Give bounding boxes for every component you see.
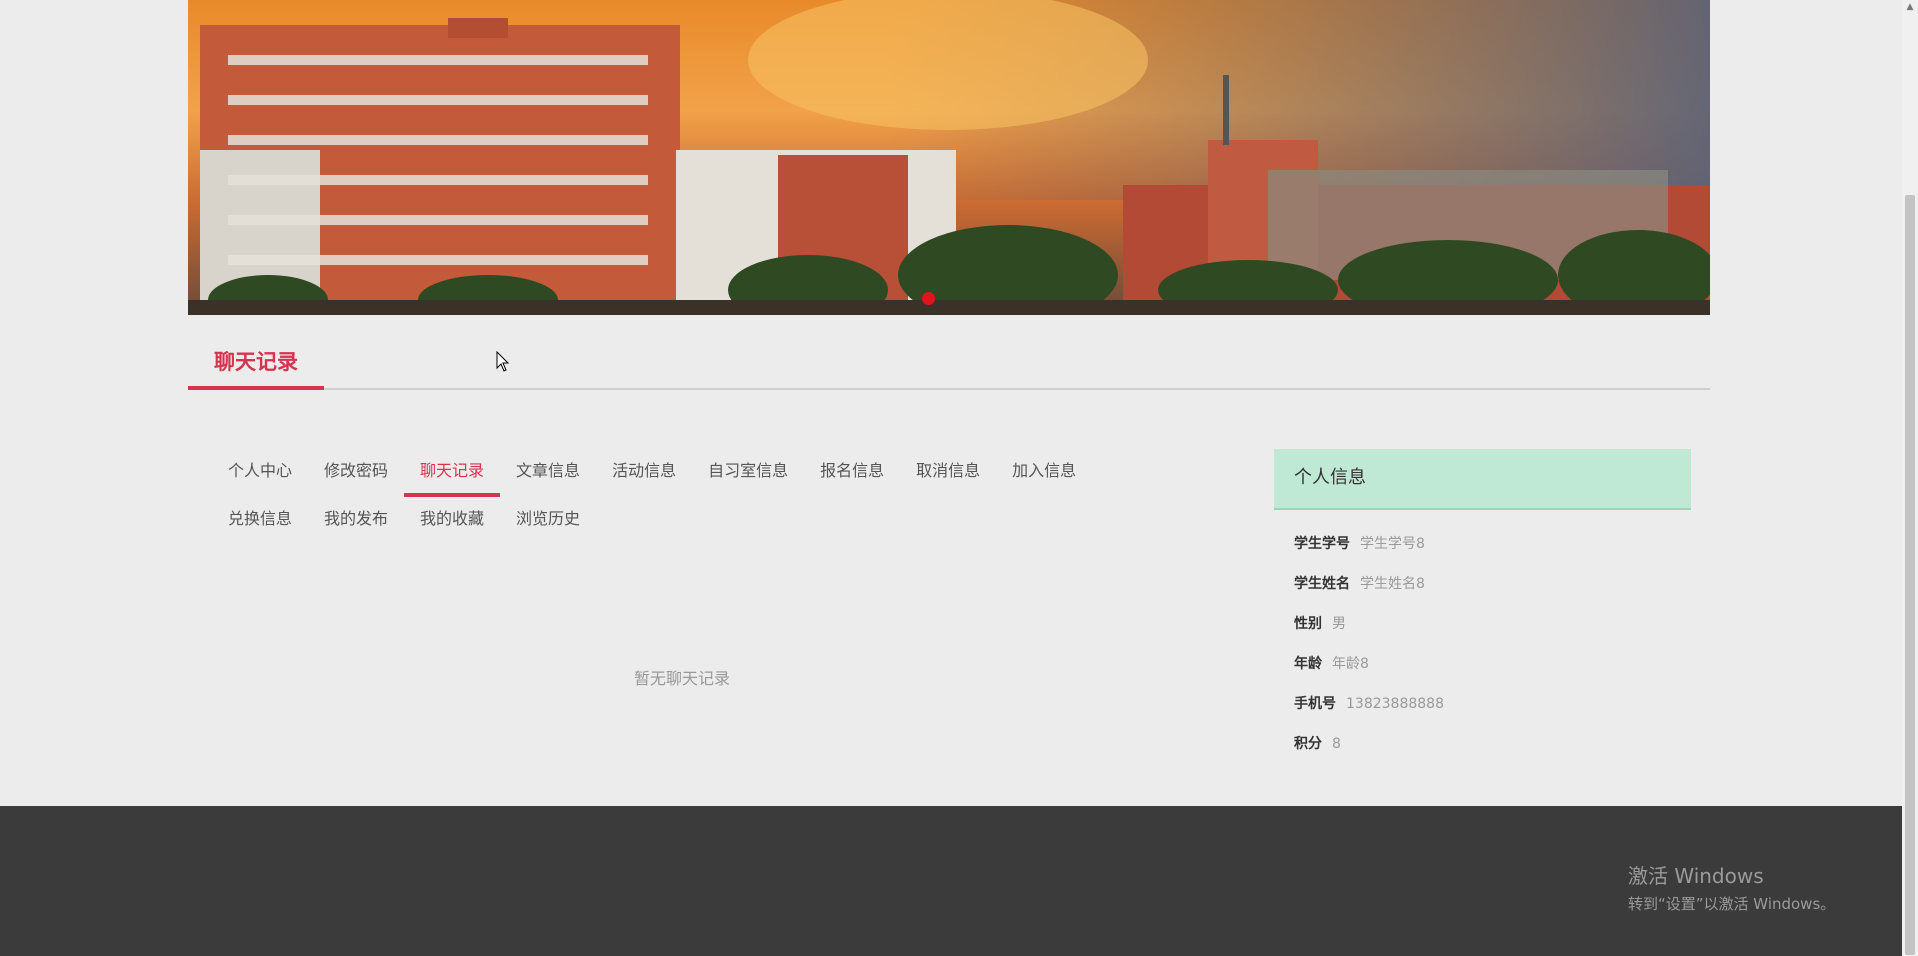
empty-chat-message: 暂无聊天记录 [634,669,731,688]
nav-tab-row1-1[interactable]: 修改密码 [308,451,404,499]
profile-field-label: 性别 [1294,616,1322,632]
nav-tab-row2-2[interactable]: 我的收藏 [404,499,500,547]
profile-field-row: 年龄 年龄8 [1294,644,1691,684]
profile-field-value: 8 [1332,736,1341,752]
watermark-line-2: 转到“设置”以激活 Windows。 [1628,895,1836,913]
nav-row-2: 兑换信息 我的发布 我的收藏 浏览历史 [212,499,1092,547]
nav-tab-row1-5[interactable]: 自习室信息 [692,451,804,499]
scrollbar-thumb[interactable] [1905,195,1915,955]
profile-field-label: 学生姓名 [1294,576,1350,592]
page-header: 聊天记录 [188,342,1710,390]
nav-tab-row1-0[interactable]: 个人中心 [212,451,308,499]
banner-image [188,0,1710,315]
watermark-line-1: 激活 Windows [1628,864,1764,888]
mouse-cursor-icon [496,351,510,372]
carousel-indicator-dot[interactable] [922,292,935,305]
profile-field-value: 年龄8 [1332,656,1369,672]
nav-tab-row1-6[interactable]: 报名信息 [804,451,900,499]
profile-card-title: 个人信息 [1274,449,1691,510]
profile-field-row: 学生学号 学生学号8 [1294,524,1691,564]
profile-field-row: 手机号 13823888888 [1294,684,1691,724]
vertical-scrollbar[interactable]: ▲ [1902,0,1918,956]
profile-field-list: 学生学号 学生学号8 学生姓名 学生姓名8 性别男年龄 年龄8 手机号 13823888888… [1274,510,1691,764]
windows-activation-watermark: 激活 Windows 转到“设置”以激活 Windows。 [1628,860,1835,914]
profile-field-row: 性别男 [1294,604,1691,644]
profile-field-label: 积分 [1294,736,1322,752]
profile-field-label: 学生学号 [1294,536,1350,552]
nav-tab-row1-4[interactable]: 活动信息 [596,451,692,499]
profile-field-row: 积分 8 [1294,724,1691,764]
profile-field-value: 13823888888 [1346,696,1444,712]
nav-tab-row1-8[interactable]: 加入信息 [996,451,1092,499]
nav-tab-row1-7[interactable]: 取消信息 [900,451,996,499]
nav-tab-row1-2[interactable]: 聊天记录 [404,451,501,499]
profile-field-value: 学生姓名8 [1360,576,1425,592]
page-title: 聊天记录 [188,342,324,390]
nav-tab-row2-0[interactable]: 兑换信息 [212,499,308,547]
profile-field-label: 年龄 [1294,656,1322,672]
nav-row-1: 个人中心 修改密码 聊天记录 文章信息 活动信息 自习室信息 报名信息 取消信息 加入信息 [212,451,1092,499]
nav-tab-row2-1[interactable]: 我的发布 [308,499,404,547]
profile-field-row: 学生姓名 学生姓名8 [1294,564,1691,604]
profile-card: 个人信息 学生学号 学生学号8 学生姓名 学生姓名8 性别男年龄 年龄8 手机号 138238… [1274,449,1691,764]
nav-tab-row1-3[interactable]: 文章信息 [500,451,596,499]
scroll-up-arrow-icon[interactable]: ▲ [1905,2,1915,12]
profile-field-label: 手机号 [1294,696,1336,712]
page-footer [0,806,1902,956]
campus-banner [188,0,1710,315]
nav-tab-row2-3[interactable]: 浏览历史 [500,499,596,547]
profile-field-value: 男 [1332,616,1346,632]
user-center-nav: 个人中心 修改密码 聊天记录 文章信息 活动信息 自习室信息 报名信息 取消信息 加入信息 兑换… [212,451,1092,547]
profile-field-value: 学生学号8 [1360,536,1425,552]
